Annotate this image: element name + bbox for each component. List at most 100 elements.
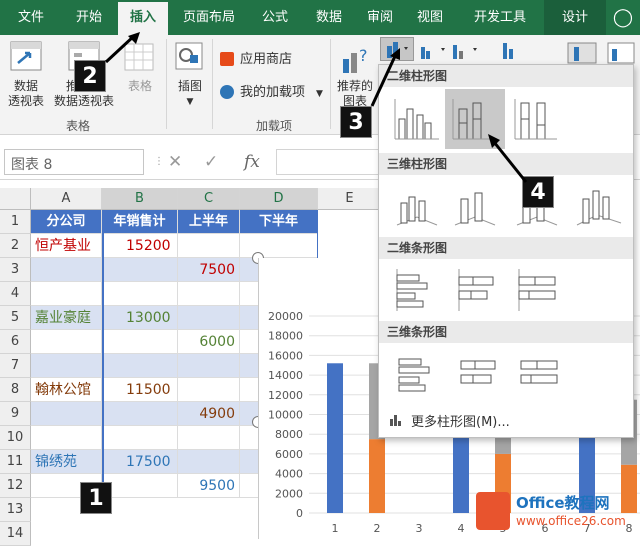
tab-developer[interactable]: 开发工具 [456, 0, 544, 35]
table-cell[interactable]: 17500 [102, 450, 178, 474]
more-column-charts-link[interactable]: 更多柱形图(M)... [411, 411, 510, 430]
table-cell[interactable] [31, 354, 102, 378]
y-tick-label: 2000 [275, 487, 303, 500]
column-header[interactable]: E [318, 188, 382, 210]
row-header[interactable]: 2 [0, 234, 31, 258]
table-cell[interactable] [31, 402, 102, 426]
cancel-icon[interactable]: ✕ [168, 152, 182, 172]
app-store-button[interactable]: 应用商店 [240, 52, 292, 67]
3d-column-option[interactable] [569, 177, 629, 237]
table-cell[interactable] [178, 306, 240, 330]
column-header[interactable]: D [240, 188, 318, 210]
table-button[interactable]: 表格 [122, 79, 158, 94]
column-header[interactable]: A [31, 188, 102, 210]
table-cell[interactable]: 6000 [178, 330, 240, 354]
ribbon-tab-bar: 文件 开始 插入 页面布局 公式 数据 审阅 视图 开发工具 设计 ◯ [0, 0, 640, 35]
row-header[interactable]: 13 [0, 498, 31, 522]
enter-icon[interactable]: ✓ [204, 152, 218, 172]
3d-percent-bar-option[interactable] [509, 345, 569, 405]
formula-input[interactable] [276, 149, 380, 175]
table-cell[interactable] [178, 426, 240, 450]
table-cell[interactable]: 15200 [102, 234, 178, 258]
table-cell[interactable]: 嘉业豪庭 [31, 306, 102, 330]
clustered-bar-option[interactable] [387, 261, 447, 321]
3d-clustered-column-option[interactable] [387, 177, 447, 237]
x-tick-label: 4 [458, 522, 465, 535]
my-addins-button[interactable]: 我的加载项 [240, 85, 305, 100]
tab-page-layout[interactable]: 页面布局 [170, 0, 248, 35]
tab-file[interactable]: 文件 [2, 0, 60, 35]
table-cell[interactable] [102, 282, 178, 306]
table-cell[interactable]: 9500 [178, 474, 240, 498]
table-cell[interactable]: 4900 [178, 402, 240, 426]
row-header[interactable]: 3 [0, 258, 31, 282]
tab-data[interactable]: 数据 [302, 0, 356, 35]
3d-stacked-column-option[interactable] [445, 177, 505, 237]
table-cell[interactable]: 7500 [178, 258, 240, 282]
column-header[interactable]: B [102, 188, 178, 210]
watermark-brand: Office教程网 [516, 494, 610, 512]
chart-bar[interactable] [369, 439, 385, 513]
illustrations-button[interactable]: 插图 [170, 79, 210, 94]
statistics-chart-icon[interactable] [500, 39, 534, 61]
table-cell[interactable] [178, 234, 240, 258]
row-header[interactable]: 6 [0, 330, 31, 354]
3d-clustered-bar-option[interactable] [387, 345, 447, 405]
table-cell[interactable] [102, 258, 178, 282]
tab-review[interactable]: 审阅 [356, 0, 404, 35]
table-cell[interactable] [31, 330, 102, 354]
table-cell[interactable] [178, 282, 240, 306]
table-cell[interactable] [102, 474, 178, 498]
store-icon [220, 52, 234, 66]
row-header[interactable]: 9 [0, 402, 31, 426]
table-cell[interactable] [102, 402, 178, 426]
table-header-cell[interactable]: 下半年 [240, 210, 318, 234]
table-cell[interactable]: 翰林公馆 [31, 378, 102, 402]
table-header-cell[interactable]: 年销售计 [102, 210, 178, 234]
table-cell[interactable]: 13000 [102, 306, 178, 330]
map-chart-icon[interactable] [566, 39, 600, 65]
column-chart-dropdown: 二维柱形图 三维柱形图 二维条形图 三维条形图 更多柱形图(M)... [378, 64, 634, 438]
pivot-table-button[interactable]: 数据 透视表 [2, 79, 50, 109]
row-header[interactable]: 1 [0, 210, 31, 234]
table-cell[interactable] [102, 330, 178, 354]
table-header-cell[interactable]: 上半年 [178, 210, 240, 234]
pivot-chart-icon[interactable] [606, 39, 640, 65]
chart-bar[interactable] [327, 363, 343, 513]
table-cell[interactable] [102, 354, 178, 378]
table-cell[interactable] [178, 378, 240, 402]
table-cell[interactable] [31, 258, 102, 282]
table-cell[interactable]: 11500 [102, 378, 178, 402]
row-header[interactable]: 7 [0, 354, 31, 378]
row-header[interactable]: 4 [0, 282, 31, 306]
hierarchy-chart-icon[interactable] [450, 39, 484, 61]
table-cell[interactable] [31, 282, 102, 306]
table-cell[interactable] [31, 426, 102, 450]
chevron-down-icon[interactable]: ▼ [182, 95, 198, 110]
row-header[interactable]: 10 [0, 426, 31, 450]
lightbulb-icon[interactable]: ◯ [608, 0, 638, 35]
row-header[interactable]: 14 [0, 522, 31, 546]
stacked-bar-option[interactable] [449, 261, 509, 321]
row-header[interactable]: 12 [0, 474, 31, 498]
table-header-cell[interactable]: 分公司 [31, 210, 102, 234]
table-cell[interactable]: 恒产基业 [31, 234, 102, 258]
select-all-corner[interactable] [0, 188, 31, 210]
column-header[interactable]: C [178, 188, 240, 210]
tab-design[interactable]: 设计 [544, 0, 606, 35]
tab-formulas[interactable]: 公式 [248, 0, 302, 35]
name-box[interactable]: 图表 8 [4, 149, 144, 175]
row-header[interactable]: 5 [0, 306, 31, 330]
row-header[interactable]: 11 [0, 450, 31, 474]
3d-stacked-bar-option[interactable] [449, 345, 509, 405]
table-cell[interactable]: 锦绣苑 [31, 450, 102, 474]
table-cell[interactable] [178, 354, 240, 378]
table-cell[interactable] [102, 426, 178, 450]
row-header[interactable]: 8 [0, 378, 31, 402]
insert-function-icon[interactable]: fx [244, 152, 260, 172]
tab-view[interactable]: 视图 [404, 0, 456, 35]
percent-stacked-bar-option[interactable] [509, 261, 569, 321]
line-chart-icon[interactable] [418, 39, 452, 61]
chevron-down-icon[interactable]: ▼ [316, 87, 323, 102]
table-cell[interactable] [178, 450, 240, 474]
